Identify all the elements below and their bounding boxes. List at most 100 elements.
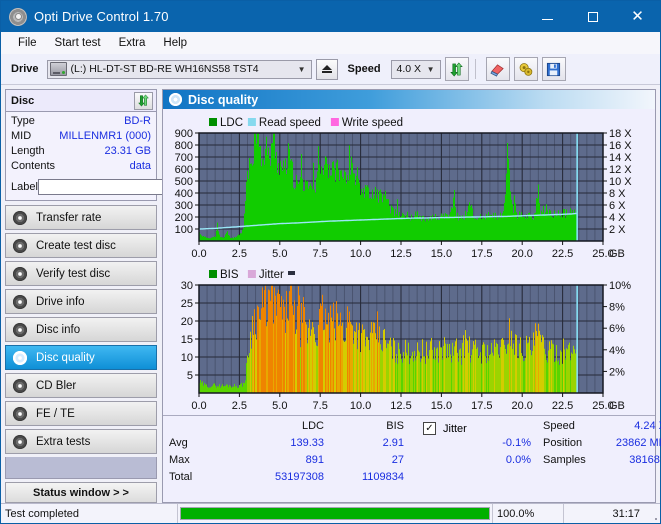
svg-text:20.0: 20.0 bbox=[511, 400, 532, 412]
sidebar-item-label: Transfer rate bbox=[36, 211, 102, 224]
sidebar-item-extra-tests[interactable]: Extra tests bbox=[5, 429, 157, 454]
svg-text:8%: 8% bbox=[609, 302, 625, 314]
svg-text:GB: GB bbox=[609, 248, 625, 260]
sidebar-item-label: Disc info bbox=[36, 323, 81, 336]
eject-button[interactable] bbox=[315, 58, 338, 80]
menu-extra[interactable]: Extra bbox=[110, 35, 155, 51]
settings-button[interactable] bbox=[513, 57, 538, 81]
speed-select[interactable]: 4.0 X ▼ bbox=[390, 59, 441, 79]
title-bar: Opti Drive Control 1.70 ✕ bbox=[1, 1, 660, 32]
disc-icon bbox=[13, 210, 27, 225]
nav-list: Transfer rate Create test disc Verify te… bbox=[5, 205, 157, 454]
sidebar-item-verify-test-disc[interactable]: Verify test disc bbox=[5, 261, 157, 286]
svg-text:15: 15 bbox=[181, 334, 193, 346]
svg-text:Write speed: Write speed bbox=[342, 117, 403, 129]
svg-text:14 X: 14 X bbox=[609, 152, 632, 164]
ldc-read-speed-chart: LDC Read speed Write speed1002003004005006… bbox=[175, 117, 633, 260]
refresh-button[interactable] bbox=[444, 57, 469, 81]
refresh-arrows-icon bbox=[450, 62, 463, 76]
disc-info-box: Disc Type BD-R MID MILLENMR1 (000) Lengt… bbox=[5, 89, 204, 201]
position-label: Position bbox=[543, 437, 583, 449]
bis-max-value: 27 bbox=[391, 454, 404, 466]
svg-text:12.5: 12.5 bbox=[390, 400, 411, 412]
ldc-max-value: 891 bbox=[305, 454, 324, 466]
position-value: 23862 MB bbox=[615, 437, 661, 449]
disc-label-key: Label bbox=[11, 180, 38, 193]
close-button[interactable]: ✕ bbox=[615, 1, 660, 32]
disc-refresh-button[interactable] bbox=[134, 91, 153, 110]
svg-text:10: 10 bbox=[181, 352, 193, 364]
disc-row-value: MILLENMR1 (000) bbox=[59, 130, 151, 142]
save-button[interactable] bbox=[541, 57, 566, 81]
disc-quality-icon bbox=[169, 93, 182, 106]
svg-text:5.0: 5.0 bbox=[272, 400, 287, 412]
svg-text:LDC: LDC bbox=[220, 117, 243, 129]
resize-grip[interactable] bbox=[644, 504, 660, 523]
menu-start-test[interactable]: Start test bbox=[46, 35, 110, 51]
jitter-label: Jitter bbox=[443, 422, 467, 435]
disc-row-key: MID bbox=[11, 130, 32, 142]
minimize-button[interactable] bbox=[525, 1, 570, 32]
speed-label: Speed bbox=[347, 63, 381, 75]
disc-rows: Type BD-R MID MILLENMR1 (000) Length 23.… bbox=[6, 112, 204, 200]
sidebar-item-drive-info[interactable]: Drive info bbox=[5, 289, 157, 314]
disc-row-value: 23.31 GB bbox=[104, 145, 151, 157]
minimize-icon bbox=[542, 19, 553, 20]
disc-icon bbox=[13, 350, 27, 365]
maximize-icon bbox=[587, 11, 598, 22]
maximize-button[interactable] bbox=[570, 1, 615, 32]
stats-row-max: Max 891 27 bbox=[169, 454, 419, 471]
disc-label-row: Label bbox=[11, 177, 204, 196]
svg-text:7.5: 7.5 bbox=[313, 248, 328, 260]
menu-help[interactable]: Help bbox=[154, 35, 196, 51]
svg-text:Read speed: Read speed bbox=[259, 117, 321, 129]
stats-row-label: Avg bbox=[169, 437, 188, 449]
panel-header: Disc quality bbox=[163, 90, 655, 109]
disc-row-key: Type bbox=[11, 115, 35, 127]
disc-row-key: Contents bbox=[11, 160, 56, 172]
sidebar-item-transfer-rate[interactable]: Transfer rate bbox=[5, 205, 157, 230]
position-row: Position 23862 MB bbox=[543, 437, 661, 454]
progress-percent: 100.0% bbox=[493, 504, 564, 523]
drive-select-value: (L:) HL-DT-ST BD-RE WH16NS58 TST4 bbox=[70, 63, 259, 75]
svg-text:20.0: 20.0 bbox=[511, 248, 532, 260]
progress-track bbox=[180, 507, 490, 520]
status-window-button[interactable]: Status window > > bbox=[5, 482, 157, 503]
stats-col-bis: BIS bbox=[386, 420, 404, 432]
progress-fill bbox=[181, 508, 489, 519]
left-panel: Disc Type BD-R MID MILLENMR1 (000) Lengt… bbox=[5, 89, 204, 503]
content-area: Disc Type BD-R MID MILLENMR1 (000) Lengt… bbox=[1, 85, 661, 503]
svg-text:17.5: 17.5 bbox=[471, 248, 492, 260]
svg-text:15.0: 15.0 bbox=[431, 400, 452, 412]
svg-text:4 X: 4 X bbox=[609, 212, 626, 224]
stats-row-total: Total 53197308 1109834 bbox=[169, 471, 419, 488]
disc-icon bbox=[13, 322, 27, 337]
chevron-down-icon: ▼ bbox=[426, 64, 435, 74]
disc-icon bbox=[13, 378, 27, 393]
sidebar-item-disc-info[interactable]: Disc info bbox=[5, 317, 157, 342]
erase-button[interactable] bbox=[485, 57, 510, 81]
sidebar-item-fe-te[interactable]: FE / TE bbox=[5, 401, 157, 426]
samples-row: Samples 381681 bbox=[543, 454, 661, 471]
menu-file[interactable]: File bbox=[9, 35, 46, 51]
stats-table: LDC BIS Avg 139.33 2.91 Max 891 27 Total… bbox=[169, 420, 419, 500]
stats-col-ldc: LDC bbox=[301, 420, 324, 432]
svg-text:700: 700 bbox=[175, 152, 193, 164]
menu-bar: File Start test Extra Help bbox=[1, 32, 660, 54]
disc-row-contents: Contents data bbox=[11, 160, 151, 175]
disc-row-mid: MID MILLENMR1 (000) bbox=[11, 130, 151, 145]
jitter-checkbox[interactable]: ✓ bbox=[423, 422, 436, 435]
svg-text:BIS: BIS bbox=[220, 269, 239, 281]
jitter-toggle-row: ✓ Jitter bbox=[423, 420, 543, 437]
sidebar-item-label: Extra tests bbox=[36, 435, 91, 448]
sidebar-item-create-test-disc[interactable]: Create test disc bbox=[5, 233, 157, 258]
sidebar-item-cd-bler[interactable]: CD Bler bbox=[5, 373, 157, 398]
svg-text:10 X: 10 X bbox=[609, 176, 632, 188]
drive-select[interactable]: (L:) HL-DT-ST BD-RE WH16NS58 TST4 ▼ bbox=[46, 59, 312, 79]
progress-bar bbox=[178, 504, 493, 523]
bottom-chart: BIS Jitter 5 10 15 20 25 30 2% 4% 6% 8% 10% 0.0 2.5 5.0… bbox=[163, 263, 655, 415]
svg-text:25: 25 bbox=[181, 298, 193, 310]
stats-row-label: Total bbox=[169, 471, 193, 483]
sidebar-item-disc-quality[interactable]: Disc quality bbox=[5, 345, 157, 370]
svg-text:0.0: 0.0 bbox=[191, 248, 206, 260]
